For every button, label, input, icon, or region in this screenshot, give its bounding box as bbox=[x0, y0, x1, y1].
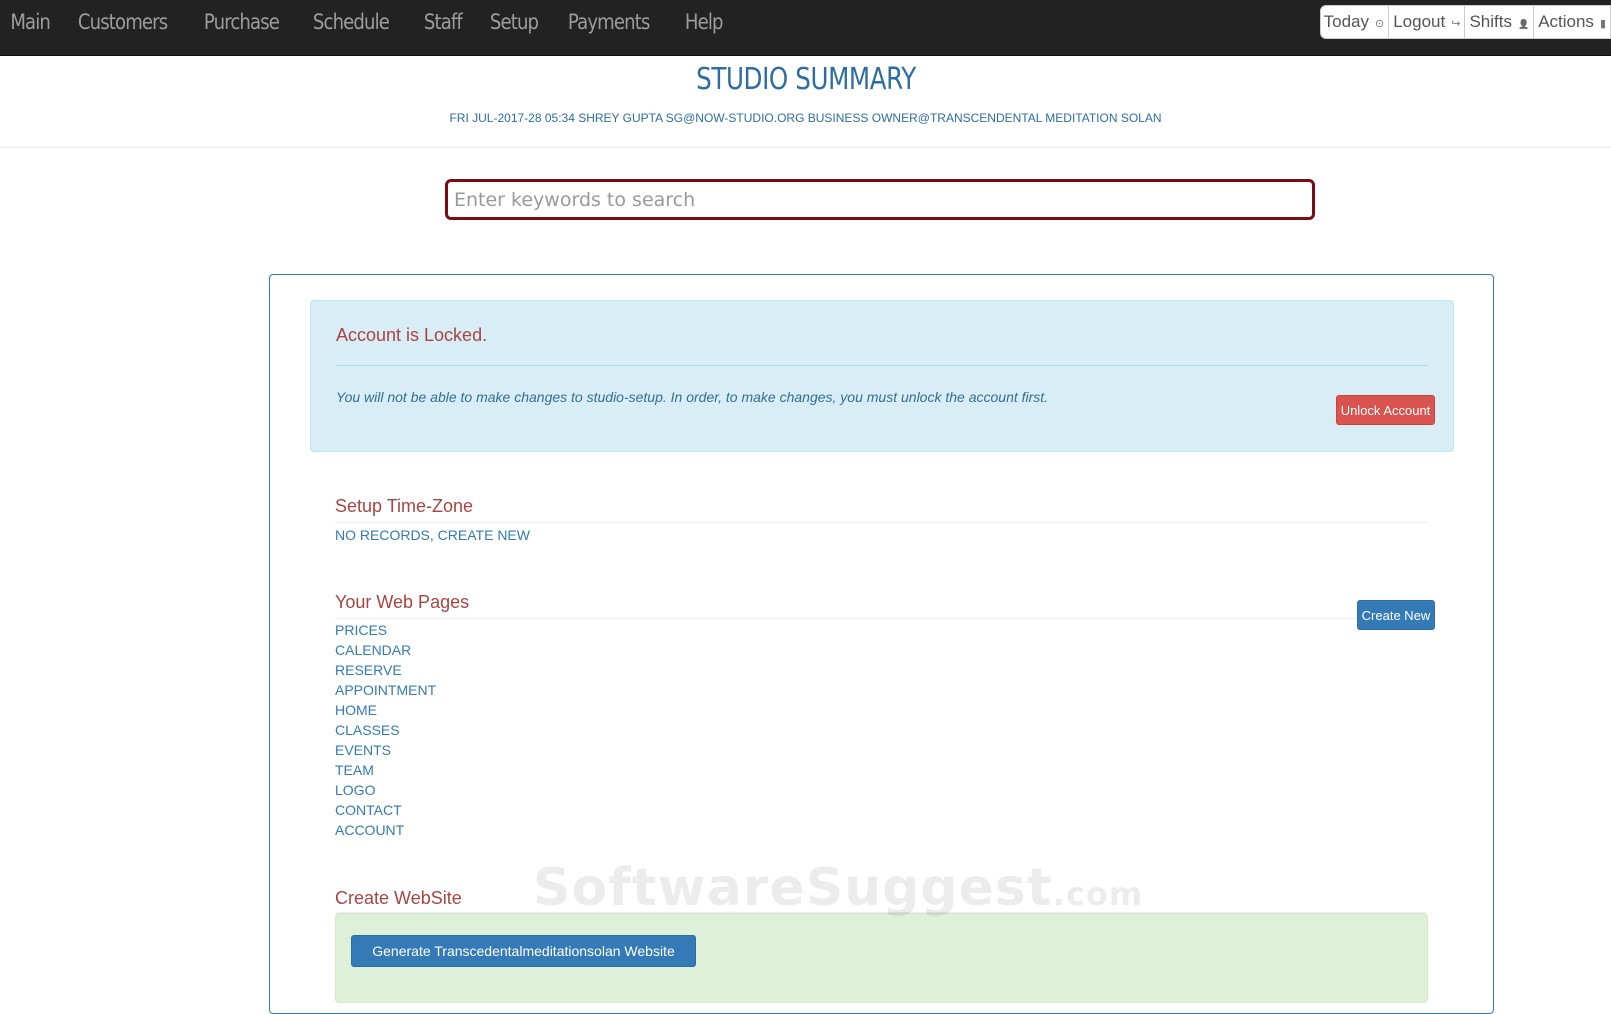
user-icon: 👤 bbox=[1517, 18, 1530, 29]
shifts-button[interactable]: Shifts 👤 bbox=[1464, 6, 1533, 38]
search-box bbox=[445, 179, 1315, 220]
page-subtitle: FRI JUL-2017-28 05:34 SHREY GUPTA SG@NOW… bbox=[449, 111, 1162, 125]
file-icon: ▮ bbox=[1599, 17, 1606, 30]
timezone-create-link[interactable]: NO RECORDS, CREATE NEW bbox=[335, 527, 530, 543]
webpage-link-logo[interactable]: LOGO bbox=[335, 782, 375, 798]
search-input[interactable] bbox=[448, 188, 1312, 211]
nav-help[interactable]: Help bbox=[672, 0, 736, 55]
webpage-link-prices[interactable]: PRICES bbox=[335, 622, 387, 638]
create-website-heading: Create WebSite bbox=[335, 888, 462, 908]
header-divider bbox=[0, 147, 1611, 148]
today-button[interactable]: Today ⊙ bbox=[1321, 6, 1389, 38]
clock-icon: ⊙ bbox=[1375, 17, 1385, 30]
generate-website-button[interactable]: Generate Transcedentalmeditationsolan We… bbox=[351, 935, 696, 967]
webpage-link-home[interactable]: HOME bbox=[335, 702, 377, 718]
alert-divider bbox=[336, 365, 1428, 366]
logout-icon: ↪ bbox=[1451, 17, 1461, 30]
webpage-link-reserve[interactable]: RESERVE bbox=[335, 662, 402, 678]
webpage-link-team[interactable]: TEAM bbox=[335, 762, 374, 778]
create-new-button[interactable]: Create New bbox=[1357, 600, 1435, 630]
webpages-divider bbox=[335, 618, 1427, 619]
alert-title: Account is Locked. bbox=[336, 325, 488, 345]
nav-main[interactable]: Main bbox=[0, 0, 63, 55]
nav-menu: Main Customers Purchase Schedule Staff S… bbox=[0, 0, 738, 55]
unlock-account-button[interactable]: Unlock Account bbox=[1336, 395, 1435, 425]
logout-button[interactable]: Logout ↪ bbox=[1388, 6, 1464, 38]
nav-purchase[interactable]: Purchase bbox=[191, 0, 292, 55]
webpage-link-appointment[interactable]: APPOINTMENT bbox=[335, 682, 436, 698]
page-title-text: STUDIO SUMMARY bbox=[695, 62, 916, 97]
shifts-label: Shifts bbox=[1469, 12, 1512, 31]
nav-staff[interactable]: Staff bbox=[411, 0, 475, 55]
top-navbar: Main Customers Purchase Schedule Staff S… bbox=[0, 0, 1611, 56]
actions-button[interactable]: Actions ▮ bbox=[1533, 6, 1610, 38]
nav-setup[interactable]: Setup bbox=[477, 0, 551, 55]
nav-schedule[interactable]: Schedule bbox=[300, 0, 402, 55]
timezone-heading: Setup Time-Zone bbox=[335, 496, 474, 516]
today-label: Today bbox=[1323, 12, 1369, 31]
nav-customers[interactable]: Customers bbox=[65, 0, 180, 55]
timezone-divider bbox=[335, 522, 1427, 523]
nav-actions-group: Today ⊙ Logout ↪ Shifts 👤 Actions ▮ bbox=[1319, 5, 1611, 39]
page-title: STUDIO SUMMARY bbox=[0, 62, 1611, 97]
create-website-box: Generate Transcedentalmeditationsolan We… bbox=[335, 913, 1428, 1003]
webpages-heading: Your Web Pages bbox=[335, 592, 470, 612]
nav-payments[interactable]: Payments bbox=[555, 0, 662, 55]
actions-label: Actions bbox=[1538, 12, 1594, 31]
webpage-link-events[interactable]: EVENTS bbox=[335, 742, 391, 758]
logout-label: Logout bbox=[1393, 12, 1446, 31]
webpage-link-account[interactable]: ACCOUNT bbox=[335, 822, 404, 838]
webpage-link-calendar[interactable]: CALENDAR bbox=[335, 642, 411, 658]
alert-message: You will not be able to make changes to … bbox=[336, 389, 1049, 405]
webpage-link-contact[interactable]: CONTACT bbox=[335, 802, 402, 818]
webpage-link-classes[interactable]: CLASSES bbox=[335, 722, 400, 738]
account-locked-alert: Account is Locked. You will not be able … bbox=[310, 300, 1454, 452]
